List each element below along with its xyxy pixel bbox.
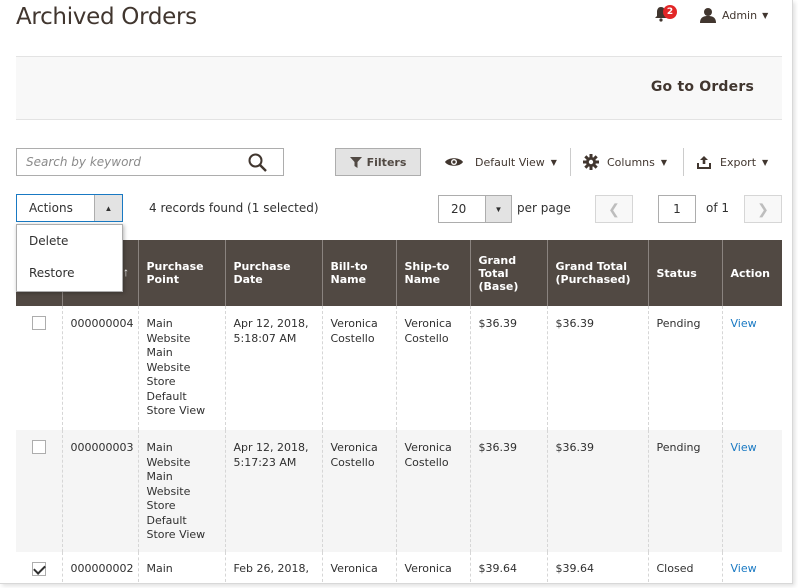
- chevron-down-icon: ▼: [762, 10, 769, 20]
- column-header-bill-to[interactable]: Bill-to Name: [321, 240, 396, 306]
- previous-page-button[interactable]: ❮: [595, 195, 633, 223]
- next-page-button[interactable]: ❯: [744, 195, 782, 223]
- per-page-toggle[interactable]: ▼: [485, 195, 512, 223]
- grand-total-purchased: $39.64: [546, 552, 648, 582]
- grand-total-purchased: $36.39: [546, 306, 648, 430]
- gear-icon: [583, 154, 599, 170]
- mass-actions-menu: Delete Restore: [16, 224, 123, 292]
- chevron-left-icon: ❮: [608, 200, 620, 217]
- menu-item-restore[interactable]: Restore: [17, 257, 122, 289]
- chevron-down-icon: ▼: [762, 157, 769, 167]
- user-icon: [700, 8, 716, 23]
- mass-actions-label: Actions: [29, 201, 73, 215]
- purchase-point: Main Website Main Website Store Default …: [137, 430, 225, 552]
- columns-control[interactable]: Columns ▼: [583, 153, 667, 171]
- table-row: 000000004 Main Website Main Website Stor…: [16, 306, 782, 430]
- action-cell: View: [721, 552, 782, 582]
- toolbar-divider: [570, 148, 571, 176]
- column-header-ship-to[interactable]: Ship-to Name: [395, 240, 470, 306]
- admin-user-menu[interactable]: Admin ▼: [700, 5, 768, 25]
- grand-total-base: $39.64: [469, 552, 547, 582]
- search-input[interactable]: [17, 149, 237, 175]
- eye-icon: [445, 158, 463, 166]
- table-row: 000000002 Main Feb 26, 2018, Veronica Ve…: [16, 552, 782, 582]
- mass-actions-select[interactable]: Actions ▲: [16, 194, 123, 222]
- sort-arrow-icon[interactable]: ↑: [123, 265, 129, 279]
- row-checkbox[interactable]: [31, 440, 46, 454]
- per-page-label: per page: [517, 201, 571, 215]
- page-actions-bar: Go to Orders: [16, 56, 782, 120]
- grid-header-row: Purchase Point Purchase Date Bill-to Nam…: [16, 240, 782, 306]
- ship-to-name: Veronica: [395, 552, 470, 582]
- chevron-down-icon: ▼: [550, 157, 557, 167]
- go-to-orders-button[interactable]: Go to Orders: [651, 79, 754, 95]
- row-select-cell: [16, 306, 62, 430]
- page-title: Archived Orders: [16, 4, 197, 30]
- export-control[interactable]: Export ▼: [697, 153, 768, 171]
- orders-grid: Purchase Point Purchase Date Bill-to Nam…: [16, 240, 782, 582]
- row-select-cell: [16, 430, 62, 552]
- admin-page: Archived Orders 2 Admin ▼ Go to Orders F…: [0, 0, 793, 584]
- view-switcher[interactable]: Default View ▼: [444, 153, 557, 171]
- grand-total-base: $36.39: [469, 430, 547, 552]
- columns-label: Columns: [607, 155, 655, 169]
- order-status: Pending: [647, 430, 722, 552]
- view-link[interactable]: View: [731, 441, 757, 454]
- search-icon[interactable]: [248, 153, 267, 172]
- per-page-value[interactable]: 20: [438, 195, 486, 223]
- order-status: Closed: [647, 552, 722, 582]
- column-header-action: Action: [721, 240, 782, 306]
- table-row: 000000003 Main Website Main Website Stor…: [16, 430, 782, 552]
- order-status: Pending: [647, 306, 722, 430]
- notifications-button[interactable]: 2: [654, 5, 680, 23]
- action-cell: View: [721, 430, 782, 552]
- chevron-down-icon: ▼: [494, 204, 503, 214]
- filters-button[interactable]: Filters: [335, 148, 421, 176]
- menu-item-delete[interactable]: Delete: [17, 225, 122, 257]
- order-id: 000000003: [61, 430, 138, 552]
- bill-to-name: Veronica: [321, 552, 396, 582]
- view-link[interactable]: View: [731, 317, 757, 330]
- row-select-cell: [16, 552, 62, 582]
- view-label: Default View: [475, 155, 545, 169]
- bill-to-name: Veronica Costello: [321, 306, 396, 430]
- column-header-grand-total-purchased[interactable]: Grand Total (Purchased): [546, 240, 648, 306]
- filters-label: Filters: [366, 155, 407, 169]
- page-number-input[interactable]: 1: [658, 195, 696, 223]
- purchase-date: Feb 26, 2018,: [224, 552, 322, 582]
- view-link[interactable]: View: [731, 562, 757, 575]
- admin-user-label: Admin: [722, 8, 758, 22]
- page-count: of 1: [706, 201, 730, 215]
- purchase-point: Main Website Main Website Store Default …: [137, 306, 225, 430]
- row-checkbox[interactable]: [31, 316, 46, 330]
- order-id: 000000004: [61, 306, 138, 430]
- export-label: Export: [720, 155, 757, 169]
- funnel-icon: [349, 156, 362, 168]
- ship-to-name: Veronica Costello: [395, 306, 470, 430]
- toolbar-divider: [683, 148, 684, 176]
- chevron-right-icon: ❯: [757, 200, 769, 217]
- ship-to-name: Veronica Costello: [395, 430, 470, 552]
- purchase-point: Main: [137, 552, 225, 582]
- bill-to-name: Veronica Costello: [321, 430, 396, 552]
- purchase-date: Apr 12, 2018, 5:17:23 AM: [224, 430, 322, 552]
- chevron-up-icon[interactable]: ▲: [94, 195, 122, 221]
- keyword-search: [16, 148, 284, 176]
- column-header-purchase-point[interactable]: Purchase Point: [137, 240, 225, 306]
- notification-count-badge: 2: [663, 5, 677, 19]
- chevron-down-icon: ▼: [660, 157, 668, 167]
- action-cell: View: [721, 306, 782, 430]
- order-id: 000000002: [61, 552, 138, 582]
- records-found: 4 records found (1 selected): [149, 201, 319, 215]
- upload-icon: [697, 156, 711, 169]
- column-header-status[interactable]: Status: [647, 240, 722, 306]
- grand-total-purchased: $36.39: [546, 430, 648, 552]
- purchase-date: Apr 12, 2018, 5:18:07 AM: [224, 306, 322, 430]
- row-checkbox-checked[interactable]: [31, 562, 46, 576]
- grand-total-base: $36.39: [469, 306, 547, 430]
- column-header-purchase-date[interactable]: Purchase Date: [224, 240, 322, 306]
- column-header-grand-total-base[interactable]: Grand Total (Base): [469, 240, 547, 306]
